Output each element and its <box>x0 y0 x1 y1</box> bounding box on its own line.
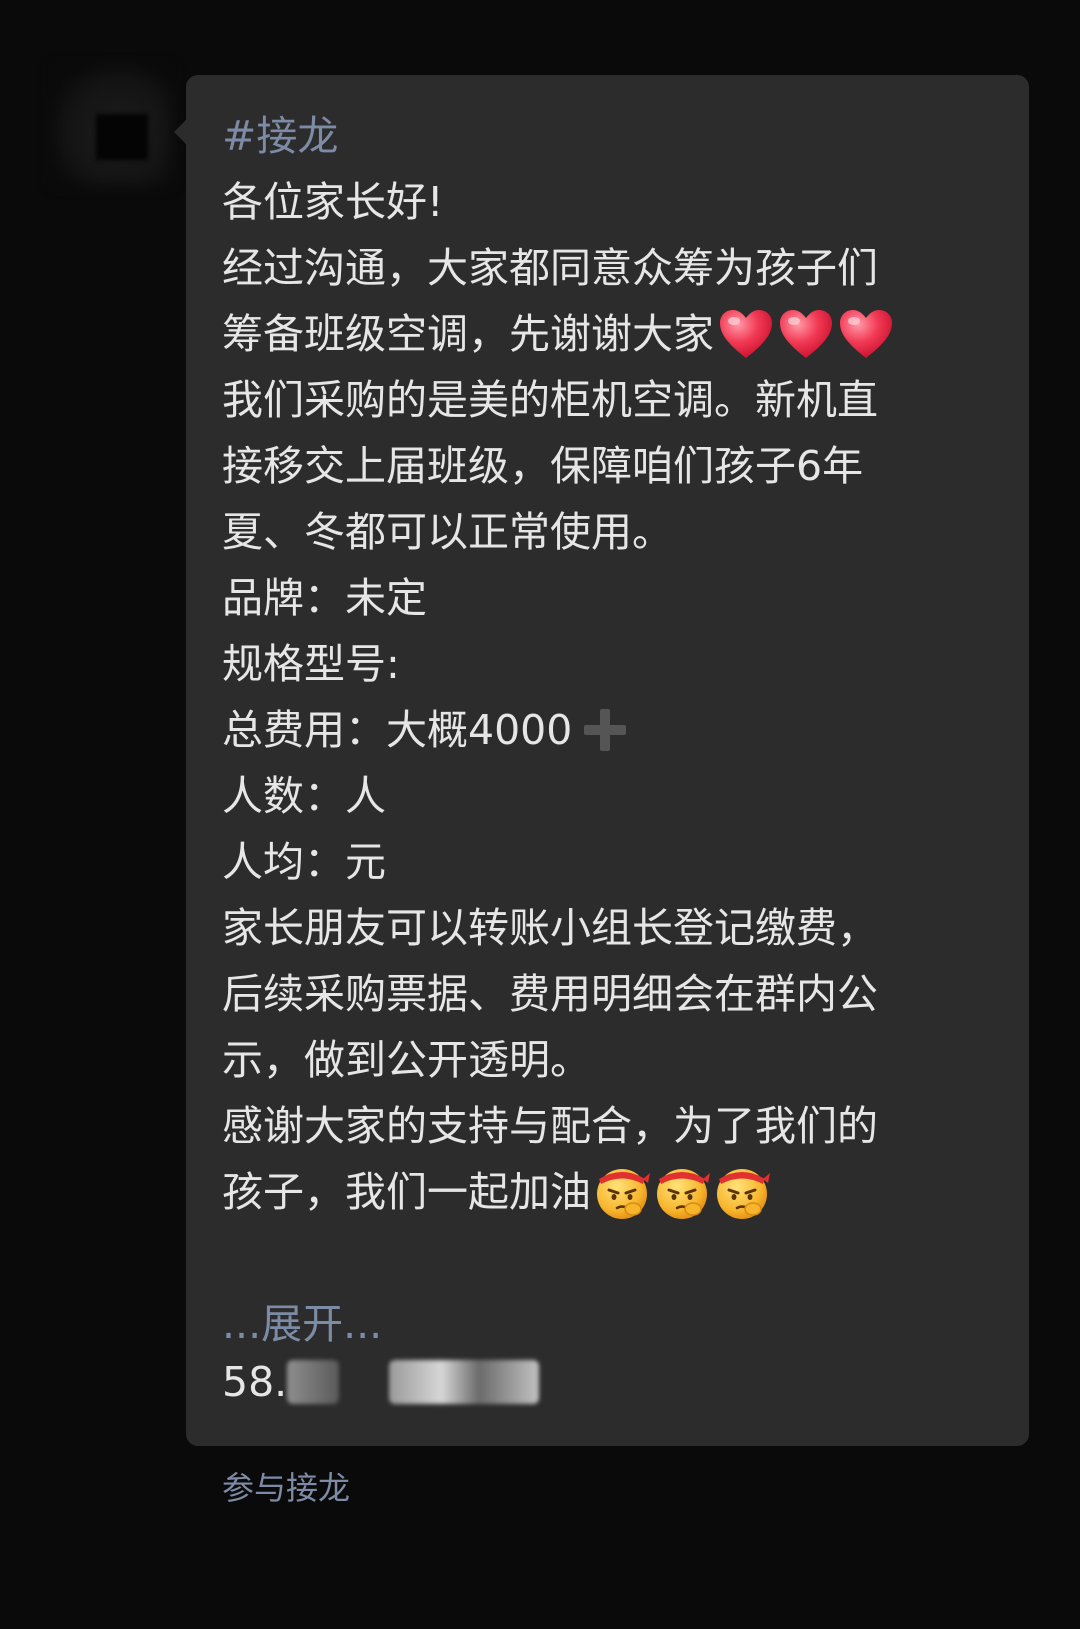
total-cost-field: 总费用：大概4000 <box>222 706 573 754</box>
entry-number: 58. <box>222 1358 288 1406</box>
bubble-tail <box>174 120 186 144</box>
message-line: 示，做到公开透明。 <box>222 1027 1022 1093</box>
per-person-field: 人均：元 <box>222 838 386 886</box>
message-line: 总费用：大概4000 <box>222 697 1022 763</box>
hashtag-line: #接龙 <box>222 103 1022 169</box>
message-text: 各位家长好! <box>222 178 444 226</box>
plus-icon <box>582 707 628 753</box>
message-line: 品牌：未定 <box>222 565 1022 631</box>
message-line: 家长朋友可以转账小组长登记缴费， <box>222 895 1022 961</box>
heart-emoji-icon <box>840 310 892 358</box>
message-text: 示，做到公开透明。 <box>222 1036 591 1084</box>
message-line: 人均：元 <box>222 829 1022 895</box>
determined-face-emoji-icon <box>597 1169 650 1219</box>
avatar-image <box>96 114 148 160</box>
message-line: 人数：人 <box>222 763 1022 829</box>
message-text: 感谢大家的支持与配合，为了我们的 <box>222 1102 878 1150</box>
determined-face-emoji-icon <box>657 1169 710 1219</box>
message-line: 感谢大家的支持与配合，为了我们的 <box>222 1093 1022 1159</box>
message-text: 我们采购的是美的柜机空调。新机直 <box>222 376 878 424</box>
model-field: 规格型号: <box>222 640 400 688</box>
message-line: 筹备班级空调，先谢谢大家 <box>222 301 1022 367</box>
message-text: 夏、冬都可以正常使用。 <box>222 508 673 556</box>
message-text: 经过沟通，大家都同意众筹为孩子们 <box>222 244 878 292</box>
message-text: 接移交上届班级，保障咱们孩子6年 <box>222 442 864 490</box>
brand-field: 品牌：未定 <box>222 574 427 622</box>
message-line: 我们采购的是美的柜机空调。新机直 <box>222 367 1022 433</box>
message-line: 经过沟通，大家都同意众筹为孩子们 <box>222 235 1022 301</box>
participate-link[interactable]: 参与接龙 <box>222 1466 350 1510</box>
message-text: 家长朋友可以转账小组长登记缴费， <box>222 904 878 952</box>
message-line: 规格型号: <box>222 631 1022 697</box>
message-line: 后续采购票据、费用明细会在群内公 <box>222 961 1022 1027</box>
message-text: 筹备班级空调，先谢谢大家 <box>222 310 714 358</box>
message-text: 孩子，我们一起加油 <box>222 1168 591 1216</box>
expand-link[interactable]: ...展开... <box>222 1296 382 1352</box>
headcount-field: 人数：人 <box>222 772 386 820</box>
redacted-block <box>389 1360 540 1404</box>
message-line: 接移交上届班级，保障咱们孩子6年 <box>222 433 1022 499</box>
entry-row: 58. <box>222 1352 540 1412</box>
hashtag-link[interactable]: #接龙 <box>222 103 338 169</box>
message-text: 后续采购票据、费用明细会在群内公 <box>222 970 878 1018</box>
heart-emoji-icon <box>720 310 772 358</box>
message-line: 孩子，我们一起加油 <box>222 1159 1022 1225</box>
message-line: 夏、冬都可以正常使用。 <box>222 499 1022 565</box>
message-content: #接龙 各位家长好! 经过沟通，大家都同意众筹为孩子们 筹备班级空调，先谢谢大家… <box>222 103 1022 1225</box>
redacted-block <box>287 1360 340 1404</box>
message-line: 各位家长好! <box>222 169 1022 235</box>
heart-emoji-icon <box>780 310 832 358</box>
determined-face-emoji-icon <box>717 1169 770 1219</box>
